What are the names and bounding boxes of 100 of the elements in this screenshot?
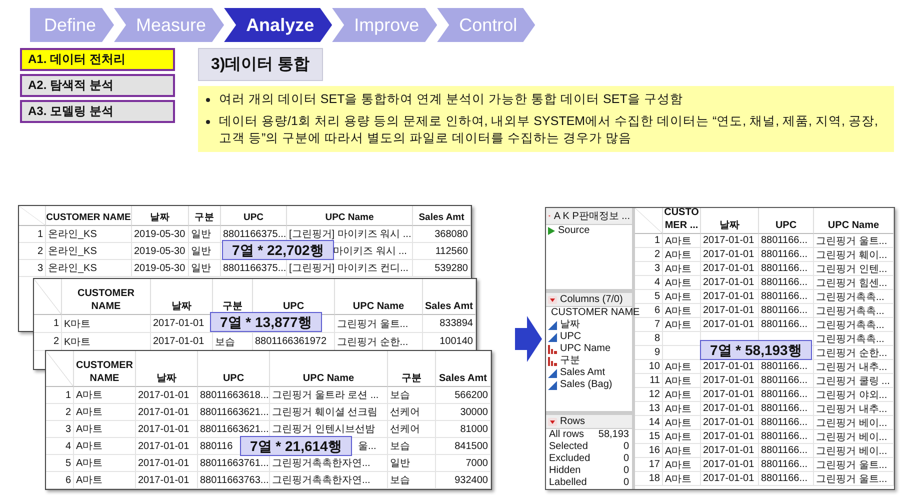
column-name[interactable]: 날짜 [560, 319, 580, 332]
table-cell: 그린핑거 인텐... [814, 262, 894, 276]
row-number: 3 [19, 260, 46, 277]
column-name[interactable]: CUSTOMER NAME [551, 307, 640, 320]
table-cell: 일반 [189, 226, 221, 243]
row-number: 16 [635, 444, 663, 458]
table-cell: A마트 [663, 234, 701, 248]
bullet-text: 여러 개의 데이터 SET을 통합하여 연계 분석이 가능한 통합 데이터 SET을 구성함 [219, 91, 683, 108]
column-header[interactable]: Sales Amt [423, 279, 476, 315]
table-cell: 8801166... [759, 388, 814, 402]
stat-value: 0 [623, 453, 629, 465]
table-cell: 2017-01-01 [136, 387, 198, 404]
column-header[interactable]: CUSTOMER NAME [62, 279, 151, 315]
table-cell: A마트 [663, 360, 701, 374]
column-header[interactable]: UPC [759, 208, 814, 234]
column-header[interactable]: CUSTOMER NAME [46, 206, 132, 226]
table-cell: 2019-05-30 [132, 226, 189, 243]
bullet-icon [206, 120, 210, 124]
row-number: 5 [46, 455, 74, 472]
table-cell: 그린핑거 울트... [814, 234, 894, 248]
table-cell: 그린핑거 훼이셜 선크림 [270, 404, 388, 421]
table-cell: 8801166... [759, 290, 814, 304]
table-cell: 566200 [436, 387, 491, 404]
row-number: 11 [635, 374, 663, 388]
corner-cell[interactable] [19, 206, 46, 226]
column-header[interactable]: UPC [198, 351, 270, 387]
table-cell: 368080 [413, 226, 471, 243]
source-label[interactable]: Source [558, 225, 590, 237]
table-cell: 그린핑거 베이... [814, 430, 894, 444]
table-cell: 2017-01-01 [701, 290, 759, 304]
row-number: 18 [635, 472, 663, 486]
table-cell: A마트 [663, 248, 701, 262]
column-header[interactable]: 날짜 [701, 208, 759, 234]
column-name[interactable]: Sales Amt [560, 367, 606, 380]
table-cell: 2017-01-01 [136, 472, 198, 489]
process-step[interactable]: Analyze [224, 8, 332, 42]
column-header[interactable]: Sales Amt [436, 351, 491, 387]
corner-cell[interactable] [34, 279, 62, 315]
table-cell: 2017-01-01 [136, 404, 198, 421]
row-number: 7 [635, 318, 663, 332]
play-icon[interactable] [548, 227, 555, 235]
table-cell: K마트 [62, 315, 151, 333]
column-header[interactable]: Sales Amt [413, 206, 471, 226]
table-cell: 그린핑거 야외... [814, 388, 894, 402]
table-cell: A마트 [663, 416, 701, 430]
column-header[interactable]: CUSTO MER ... [663, 208, 701, 234]
table-cell: 2017-01-01 [701, 262, 759, 276]
table-cell: 그린핑거 베이... [814, 444, 894, 458]
table-cell: 선케어 [388, 421, 436, 438]
table-cell: 그린핑거촉촉... [814, 290, 894, 304]
columns-header: Columns (7/0) [560, 294, 623, 306]
table-cell: 2017-01-01 [136, 455, 198, 472]
stat-value: 0 [623, 441, 629, 453]
table-cell: 932400 [436, 472, 491, 489]
submenu-item[interactable]: A1. 데이터 전처리 [20, 48, 175, 71]
column-header[interactable]: UPC [221, 206, 287, 226]
column-header[interactable]: UPC Name [270, 351, 388, 387]
column-header[interactable]: CUSTOMER NAME [74, 351, 136, 387]
column-name[interactable]: UPC Name [560, 343, 611, 356]
row-number: 5 [635, 290, 663, 304]
column-name[interactable]: Sales (Bag) [560, 379, 612, 392]
corner-cell[interactable] [46, 351, 74, 387]
column-header[interactable]: 날짜 [136, 351, 198, 387]
stat-value: 0 [623, 477, 629, 489]
table-cell: 539280 [413, 260, 471, 277]
dropdown-icon[interactable] [548, 296, 557, 304]
table-cell: A마트 [663, 472, 701, 486]
table-cell: 일반 [189, 243, 221, 260]
count-badge: 7열 * 13,877행 [210, 312, 322, 332]
table-cell: 8801166... [759, 234, 814, 248]
bullet-icon [206, 98, 210, 102]
table-cell: 2017-01-01 [701, 388, 759, 402]
column-name[interactable]: 구분 [560, 355, 580, 368]
table-cell: 81000 [436, 421, 491, 438]
column-header[interactable]: UPC Name [814, 208, 894, 234]
table-cell: 온라인_KS [46, 226, 132, 243]
table-cell: A마트 [663, 444, 701, 458]
row-number: 6 [46, 472, 74, 489]
table-cell: 보습 [388, 472, 436, 489]
table-cell: 그린핑거촉촉... [814, 304, 894, 318]
table-cell: A마트 [74, 421, 136, 438]
row-number: 4 [46, 438, 74, 455]
table-cell: A마트 [663, 276, 701, 290]
submenu-item[interactable]: A2. 탐색적 분석 [20, 74, 175, 97]
column-header[interactable]: 구분 [189, 206, 221, 226]
bar-chart-icon [548, 344, 557, 354]
corner-cell[interactable] [635, 208, 663, 234]
submenu-item[interactable]: A3. 모델링 분석 [20, 100, 175, 123]
column-header[interactable]: UPC Name [335, 279, 423, 315]
column-header[interactable]: 구분 [388, 351, 436, 387]
dropdown-icon[interactable] [548, 418, 557, 426]
table-cell: 그린핑거촉촉... [814, 332, 894, 346]
table-cell: 그린핑거 내추... [814, 402, 894, 416]
row-number: 2 [635, 248, 663, 262]
table-cell: 8801166... [759, 458, 814, 472]
column-name[interactable]: UPC [560, 331, 582, 344]
table-cell: 그린핑거 울트... [814, 472, 894, 486]
column-header[interactable]: 날짜 [132, 206, 189, 226]
column-header[interactable]: UPC Name [287, 206, 413, 226]
table-cell: 8801166... [759, 304, 814, 318]
